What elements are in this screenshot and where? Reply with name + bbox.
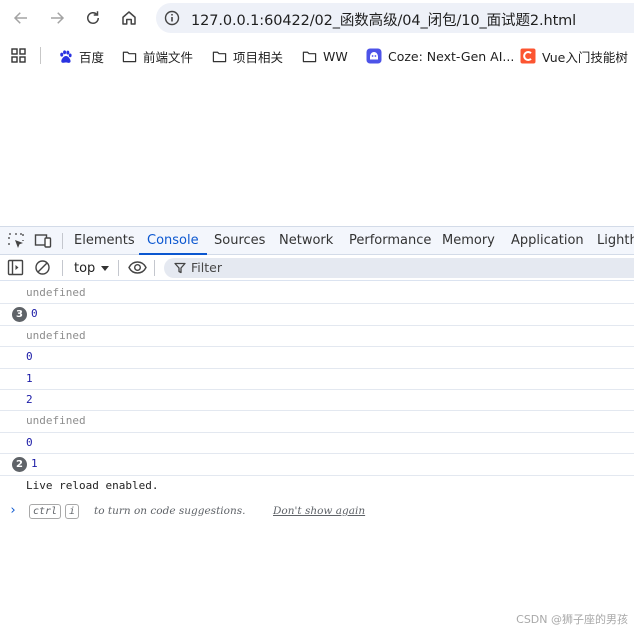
message-text: 1 xyxy=(26,371,33,385)
filter-input[interactable]: Filter xyxy=(164,258,634,278)
tab-strip-divider xyxy=(62,233,63,249)
csdn-icon xyxy=(520,48,536,64)
tab-console[interactable]: Console xyxy=(139,227,207,255)
console-messages: undefined 3 0 undefined 0 1 2 undefined … xyxy=(0,283,634,497)
console-toolbar: top Filter xyxy=(0,255,634,281)
bookmark-label: WW xyxy=(323,48,348,64)
arrow-left-icon xyxy=(13,12,27,24)
back-button[interactable] xyxy=(8,5,34,31)
dont-show-again-link[interactable]: Don't show again xyxy=(273,505,365,517)
prompt-chevron-icon: › xyxy=(9,503,17,518)
message-text: 2 xyxy=(26,392,33,406)
forward-button[interactable] xyxy=(44,5,70,31)
bookmark-project[interactable]: 项目相关 xyxy=(211,45,283,67)
coze-icon xyxy=(366,48,382,64)
tab-performance[interactable]: Performance xyxy=(349,227,431,255)
folder-icon xyxy=(301,48,317,64)
home-button[interactable] xyxy=(116,5,142,31)
bookmark-ww[interactable]: WW xyxy=(301,45,348,67)
console-message: 2 xyxy=(0,390,634,412)
bookmark-baidu[interactable]: 百度 xyxy=(57,45,104,67)
device-toolbar-icon[interactable] xyxy=(34,232,52,250)
home-icon xyxy=(122,11,136,25)
message-text: undefined xyxy=(26,414,86,428)
reload-button[interactable] xyxy=(80,5,106,31)
tab-lighthouse[interactable]: Lighth xyxy=(597,227,634,255)
message-text: undefined xyxy=(26,286,86,299)
devtools-tab-strip: Elements Console Sources Network Perform… xyxy=(0,226,634,255)
console-prompt[interactable]: › ctrl i to turn on code suggestions. Do… xyxy=(0,501,634,523)
message-text: undefined xyxy=(26,328,86,342)
url-text[interactable]: 127.0.0.1:60422/02_函数高级/04_闭包/10_面试题2.ht… xyxy=(191,9,576,30)
folder-icon xyxy=(121,48,137,64)
ctrl-key: ctrl xyxy=(29,504,62,519)
message-text: Live reload enabled. xyxy=(26,478,159,492)
code-suggestion-hint: to turn on code suggestions. xyxy=(94,505,246,517)
bookmarks-divider xyxy=(40,47,41,64)
message-text: 0 xyxy=(26,350,33,364)
filter-placeholder: Filter xyxy=(191,260,222,275)
console-message: 3 0 xyxy=(0,304,634,326)
console-message: 1 xyxy=(0,369,634,390)
tab-network[interactable]: Network xyxy=(279,227,333,255)
bookmark-coze[interactable]: Coze: Next-Gen AI... xyxy=(366,45,514,67)
bookmark-vue[interactable]: Vue入门技能树 xyxy=(520,45,628,67)
tab-memory[interactable]: Memory xyxy=(442,227,495,255)
bookmarks-bar: 百度 前端文件 项目相关 WW Coze: Next-Gen AI... Vue… xyxy=(0,40,634,70)
caret-down-icon xyxy=(101,265,110,271)
context-selector[interactable]: top xyxy=(74,259,110,277)
message-text: 0 xyxy=(26,435,33,449)
browser-toolbar: 127.0.0.1:60422/02_函数高级/04_闭包/10_面试题2.ht… xyxy=(0,0,634,36)
context-label: top xyxy=(74,260,96,276)
baidu-paw-icon xyxy=(57,48,73,64)
console-toolbar-divider xyxy=(154,260,155,276)
eye-icon[interactable] xyxy=(128,259,147,276)
folder-icon xyxy=(211,48,227,64)
site-info-icon[interactable] xyxy=(164,10,180,26)
bookmark-label: Coze: Next-Gen AI... xyxy=(388,48,515,64)
console-message: 2 1 xyxy=(0,454,634,476)
tab-application[interactable]: Application xyxy=(511,227,584,255)
console-message: undefined xyxy=(0,411,634,433)
console-toolbar-divider xyxy=(62,260,63,276)
message-text: 1 xyxy=(31,457,38,471)
message-text: 0 xyxy=(31,307,38,321)
arrow-right-icon xyxy=(51,12,65,24)
tab-elements[interactable]: Elements xyxy=(74,227,135,255)
repeat-count-badge: 2 xyxy=(12,457,27,473)
console-message: undefined xyxy=(0,326,634,348)
repeat-count-badge: 3 xyxy=(12,307,27,323)
address-bar[interactable]: 127.0.0.1:60422/02_函数高级/04_闭包/10_面试题2.ht… xyxy=(156,3,634,33)
console-toolbar-divider xyxy=(118,260,119,276)
i-key: i xyxy=(65,504,80,519)
bookmark-frontend-files[interactable]: 前端文件 xyxy=(121,45,193,67)
apps-grid-icon[interactable] xyxy=(11,48,26,63)
console-message: 0 xyxy=(0,347,634,369)
console-message: Live reload enabled. xyxy=(0,476,634,497)
bookmark-label: 前端文件 xyxy=(143,49,194,65)
console-message: 0 xyxy=(0,433,634,455)
reload-icon xyxy=(87,11,99,24)
bookmark-label: 百度 xyxy=(79,49,105,65)
console-message: undefined xyxy=(0,283,634,305)
filter-funnel-icon xyxy=(174,262,186,274)
bookmark-label: Vue入门技能树 xyxy=(542,49,628,65)
bookmark-label: 项目相关 xyxy=(233,49,284,65)
sidebar-toggle-icon[interactable] xyxy=(7,259,24,276)
clear-console-icon[interactable] xyxy=(34,259,51,276)
watermark: CSDN @狮子座的男孩 xyxy=(516,613,628,626)
tab-sources[interactable]: Sources xyxy=(214,227,265,255)
inspect-element-icon[interactable] xyxy=(7,232,25,250)
